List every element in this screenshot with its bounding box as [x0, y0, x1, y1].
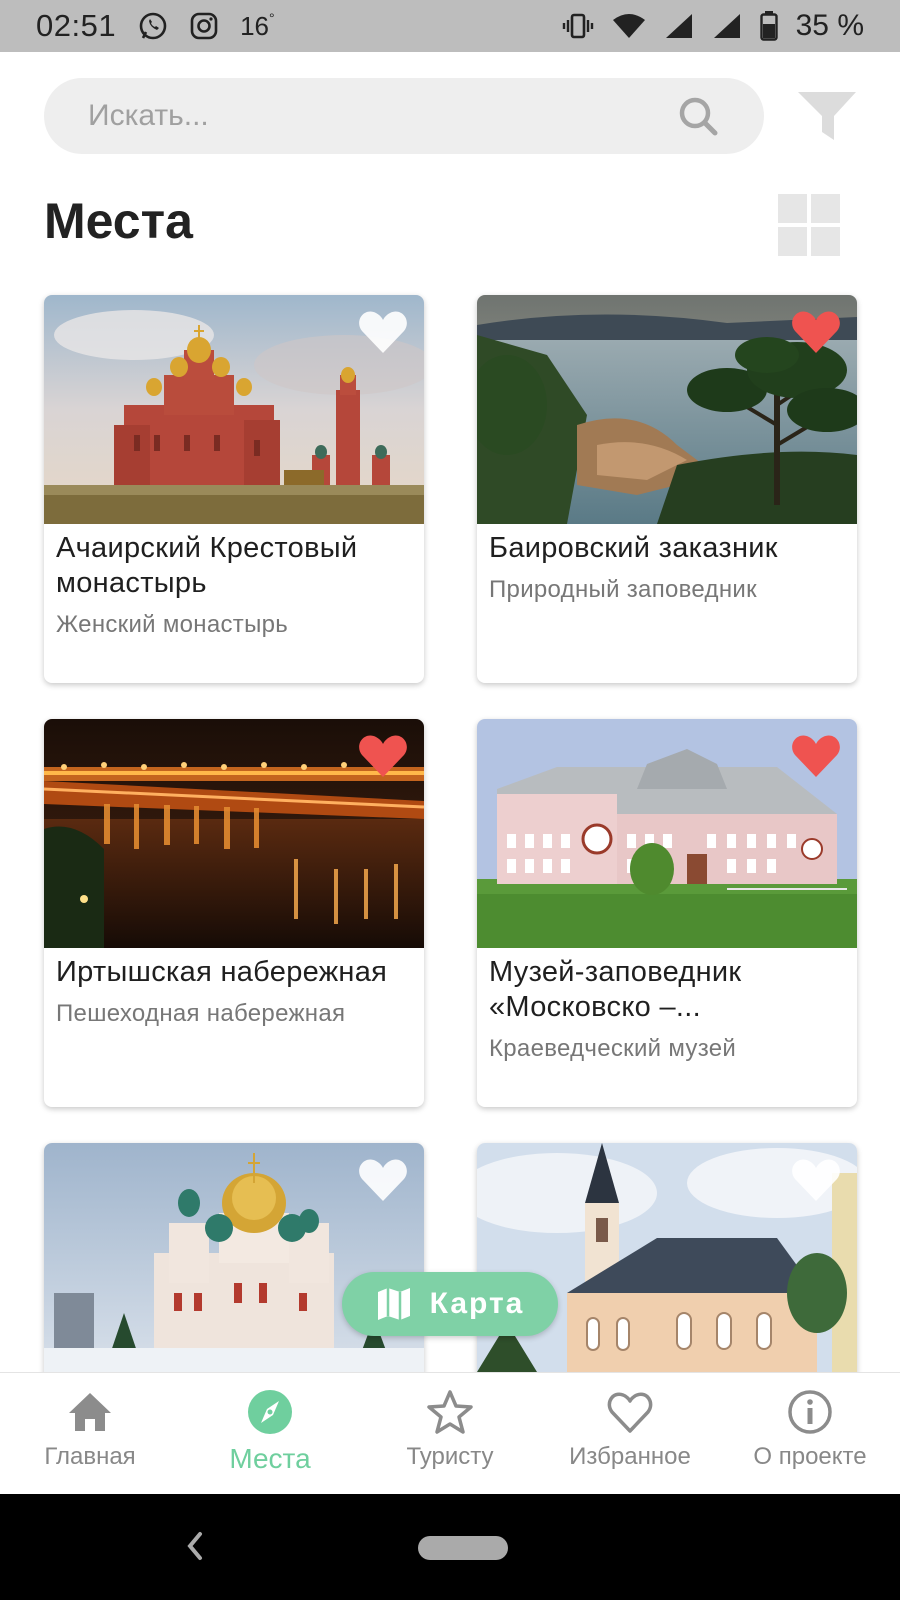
place-title: Музей-заповедник «Московско –...: [489, 956, 742, 1023]
grid-view-toggle[interactable]: [778, 194, 840, 256]
place-title: Баировский заказник: [489, 532, 778, 564]
nav-label: Места: [229, 1443, 311, 1474]
star-icon: [427, 1390, 473, 1434]
info-icon: [788, 1390, 832, 1434]
map-button-label: Карта: [429, 1287, 525, 1320]
favorite-heart-icon[interactable]: [791, 1157, 841, 1203]
grid-cell: [811, 194, 840, 223]
nav-item-tourist[interactable]: Туристу: [360, 1373, 540, 1494]
nav-label: Главная: [44, 1443, 136, 1470]
signal-icon-2: [712, 12, 742, 40]
place-subtitle: Пешеходная набережная: [56, 1000, 346, 1027]
instagram-icon: [190, 12, 218, 40]
home-pill-button[interactable]: [418, 1536, 508, 1560]
status-bar: 02:51 16° 35 %: [0, 0, 900, 52]
nav-item-about[interactable]: О проекте: [720, 1373, 900, 1494]
nav-item-places[interactable]: Места: [180, 1373, 360, 1494]
nav-label: Туристу: [406, 1443, 494, 1470]
bottom-navigation: Главная Места Туристу Избранное О проект…: [0, 1372, 900, 1494]
favorite-heart-icon[interactable]: [358, 1157, 408, 1203]
nav-item-favorites[interactable]: Избранное: [540, 1373, 720, 1494]
nav-label: О проекте: [753, 1443, 867, 1470]
status-temperature: 16°: [240, 9, 275, 42]
place-card[interactable]: Иртышская набережная Пешеходная набережн…: [44, 719, 424, 1107]
filter-icon[interactable]: [796, 90, 858, 142]
back-chevron-icon[interactable]: [180, 1526, 210, 1566]
place-title: Ачаирский Крестовый монастырь: [56, 532, 358, 599]
vibrate-icon: [562, 12, 594, 40]
search-bar[interactable]: [44, 78, 764, 154]
favorite-heart-icon[interactable]: [791, 309, 841, 355]
page-title: Места: [44, 193, 193, 249]
battery-level: 35 %: [795, 9, 864, 42]
map-button[interactable]: Карта: [342, 1272, 558, 1336]
temperature-value: 16: [240, 10, 269, 41]
favorite-heart-icon[interactable]: [358, 733, 408, 779]
favorite-heart-icon[interactable]: [358, 309, 408, 355]
grid-cell: [778, 194, 807, 223]
whatsapp-icon: [138, 11, 168, 41]
search-icon[interactable]: [676, 94, 720, 138]
place-card[interactable]: Музей-заповедник «Московско –... Краевед…: [477, 719, 857, 1107]
battery-icon: [759, 11, 778, 41]
search-input[interactable]: [88, 99, 676, 133]
heart-icon: [607, 1392, 653, 1433]
map-icon: [377, 1288, 410, 1320]
home-icon: [69, 1393, 111, 1431]
status-time: 02:51: [36, 8, 117, 43]
nav-item-home[interactable]: Главная: [0, 1373, 180, 1494]
favorite-heart-icon[interactable]: [791, 733, 841, 779]
place-card[interactable]: Баировский заказник Природный заповедник: [477, 295, 857, 683]
signal-icon: [664, 12, 694, 40]
degree-icon: °: [269, 9, 275, 26]
place-title: Иртышская набережная: [56, 956, 388, 988]
grid-cell: [778, 227, 807, 256]
system-navigation-bar: [0, 1494, 900, 1600]
place-subtitle: Краеведческий музей: [489, 1035, 737, 1062]
place-subtitle: Женский монастырь: [56, 611, 289, 638]
compass-icon: [248, 1390, 292, 1434]
grid-cell: [811, 227, 840, 256]
status-right: 35 %: [562, 9, 864, 43]
app-screen: 02:51 16° 35 % Искать... Места Ачаирский…: [0, 0, 900, 1600]
nav-label: Избранное: [569, 1443, 691, 1470]
wifi-icon: [612, 12, 646, 40]
place-subtitle: Природный заповедник: [489, 576, 757, 603]
place-card[interactable]: Ачаирский Крестовый монастырь Женский мо…: [44, 295, 424, 683]
status-left: 02:51 16°: [36, 8, 275, 44]
